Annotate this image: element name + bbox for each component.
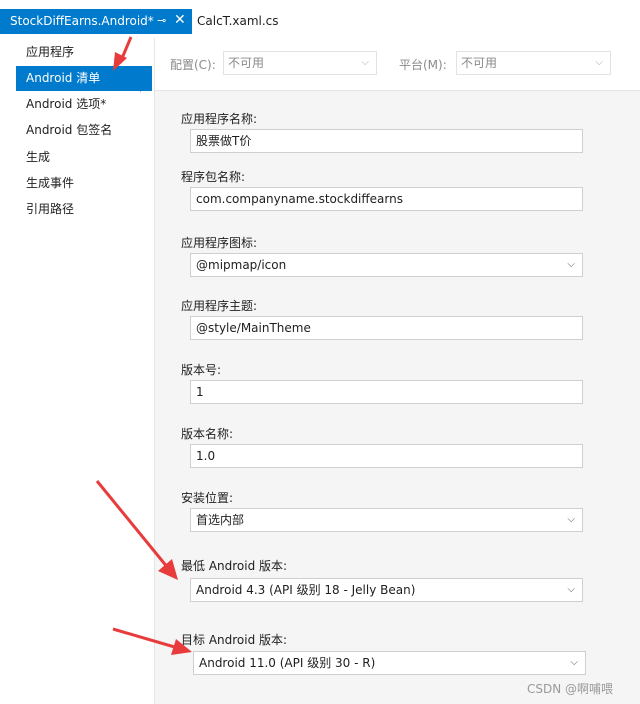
package-name-input[interactable]: com.companyname.stockdiffearns <box>190 187 583 211</box>
version-number-input[interactable]: 1 <box>190 380 583 404</box>
config-label: 配置(C): <box>170 58 216 72</box>
app-name-label: 应用程序名称: <box>181 112 258 126</box>
sidebar-item-android-options[interactable]: Android 选项* <box>16 92 152 117</box>
sidebar-item-build[interactable]: 生成 <box>16 145 152 170</box>
project-properties-sidebar: 应用程序 Android 清单 Android 选项* Android 包签名 … <box>0 38 155 704</box>
active-item-pointer <box>140 70 152 92</box>
version-name-input[interactable]: 1.0 <box>190 444 583 468</box>
platform-label: 平台(M): <box>399 58 447 72</box>
target-android-select[interactable]: Android 11.0 (API 级别 30 - R) ⌵ <box>193 651 586 675</box>
tab-stockdiffearns-android[interactable]: StockDiffEarns.Android* ⊸ ✕ <box>0 9 192 34</box>
app-icon-select[interactable]: @mipmap/icon ⌵ <box>190 253 583 277</box>
version-number-label: 版本号: <box>181 363 222 377</box>
package-name-label: 程序包名称: <box>181 170 246 184</box>
chevron-down-icon: ⌵ <box>570 657 578 668</box>
sidebar-item-build-events[interactable]: 生成事件 <box>16 171 152 196</box>
configuration-bar: 配置(C): 不可用 ⌵ 平台(M): 不可用 ⌵ <box>155 38 640 91</box>
tab-calct-xaml-cs[interactable]: CalcT.xaml.cs <box>193 9 293 34</box>
target-android-value: Android 11.0 (API 级别 30 - R) <box>199 656 376 670</box>
min-android-value: Android 4.3 (API 级别 18 - Jelly Bean) <box>196 583 416 597</box>
chevron-down-icon: ⌵ <box>361 57 369 68</box>
min-android-select[interactable]: Android 4.3 (API 级别 18 - Jelly Bean) ⌵ <box>190 578 583 602</box>
close-icon[interactable]: ✕ <box>174 12 186 28</box>
document-tab-strip: StockDiffEarns.Android* ⊸ ✕ CalcT.xaml.c… <box>0 0 640 39</box>
app-name-input[interactable]: 股票做T价 <box>190 129 583 153</box>
app-icon-value: @mipmap/icon <box>196 258 287 272</box>
platform-select[interactable]: 不可用 ⌵ <box>456 51 611 75</box>
chevron-down-icon: ⌵ <box>567 584 575 595</box>
config-select[interactable]: 不可用 ⌵ <box>223 51 377 75</box>
chevron-down-icon: ⌵ <box>595 57 603 68</box>
install-location-label: 安装位置: <box>181 491 234 505</box>
install-location-value: 首选内部 <box>196 513 245 527</box>
sidebar-item-android-package-signing[interactable]: Android 包签名 <box>16 118 152 143</box>
version-name-label: 版本名称: <box>181 427 234 441</box>
tab-title: CalcT.xaml.cs <box>197 14 279 28</box>
app-icon-label: 应用程序图标: <box>181 236 258 250</box>
app-theme-input[interactable]: @style/MainTheme <box>190 316 583 340</box>
app-theme-label: 应用程序主题: <box>181 299 258 313</box>
watermark: CSDN @啊哺喂 <box>527 682 614 696</box>
sidebar-item-android-manifest[interactable]: Android 清单 <box>16 66 152 91</box>
target-android-label: 目标 Android 版本: <box>181 633 288 647</box>
tab-title: StockDiffEarns.Android* <box>10 14 154 28</box>
install-location-select[interactable]: 首选内部 ⌵ <box>190 508 583 532</box>
pin-icon[interactable]: ⊸ <box>157 14 166 27</box>
chevron-down-icon: ⌵ <box>567 259 575 270</box>
sidebar-item-application[interactable]: 应用程序 <box>16 40 152 65</box>
chevron-down-icon: ⌵ <box>567 514 575 525</box>
config-value: 不可用 <box>228 56 265 70</box>
min-android-label: 最低 Android 版本: <box>181 559 288 573</box>
platform-value: 不可用 <box>461 56 498 70</box>
sidebar-item-reference-paths[interactable]: 引用路径 <box>16 197 152 222</box>
